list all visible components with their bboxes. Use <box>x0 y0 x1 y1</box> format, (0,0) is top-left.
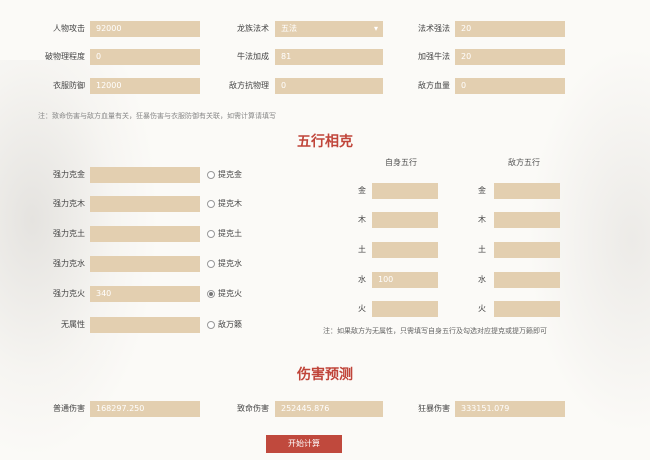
restrain-label: 强力克土 <box>53 229 85 238</box>
enemy-fire-input[interactable] <box>494 301 560 317</box>
self-element-label: 木 <box>358 215 366 224</box>
enemy-hp-input[interactable]: 0 <box>455 78 565 94</box>
radio-fire[interactable] <box>207 290 215 298</box>
radio-wood[interactable] <box>207 200 215 208</box>
param-label: 龙族法术 <box>237 24 269 33</box>
self-element-label: 金 <box>358 186 366 195</box>
param-label: 加强牛法 <box>418 52 450 61</box>
no-attribute-input[interactable] <box>90 317 200 333</box>
param-label: 敌方抗物理 <box>229 81 269 90</box>
enemy-element-label: 金 <box>478 186 486 195</box>
radio-label: 提克土 <box>218 229 242 238</box>
restrain-wood-input[interactable] <box>90 196 200 212</box>
radio-label: 提克金 <box>218 170 242 179</box>
param-label: 破物理程度 <box>45 52 85 61</box>
start-calc-button[interactable]: 开始计算 <box>266 435 342 453</box>
restrain-label: 强力克火 <box>53 289 85 298</box>
self-metal-input[interactable] <box>372 183 438 199</box>
enemy-physical-resist-input[interactable]: 0 <box>275 78 383 94</box>
radio-metal[interactable] <box>207 171 215 179</box>
param-label: 牛法加成 <box>237 52 269 61</box>
param-label: 衣服防御 <box>53 81 85 90</box>
predict-title: 伤害预测 <box>297 367 353 383</box>
radio-label: 提克火 <box>218 289 242 298</box>
self-element-label: 土 <box>358 245 366 254</box>
rage-damage-output: 333151.079 <box>455 401 565 417</box>
param-label: 人物攻击 <box>53 24 85 33</box>
enemy-element-label: 火 <box>478 304 486 313</box>
break-physical-input[interactable]: 0 <box>90 49 200 65</box>
self-water-input[interactable]: 100 <box>372 272 438 288</box>
restrain-label: 无属性 <box>61 320 85 329</box>
cow-spell-bonus-input[interactable]: 81 <box>275 49 383 65</box>
enemy-wuxing-heading: 敌方五行 <box>508 158 540 167</box>
radio-label: 敌万籁 <box>218 320 242 329</box>
result-label: 致命伤害 <box>237 404 269 413</box>
attack-input[interactable]: 92000 <box>90 21 200 37</box>
restrain-label: 强力克木 <box>53 199 85 208</box>
spell-strength-input[interactable]: 20 <box>455 21 565 37</box>
enemy-earth-input[interactable] <box>494 242 560 258</box>
param-label: 法术强法 <box>418 24 450 33</box>
enemy-wood-input[interactable] <box>494 212 560 228</box>
restrain-label: 强力克水 <box>53 259 85 268</box>
result-label: 普通伤害 <box>53 404 85 413</box>
wuxing-note: 注：如果敌方为无属性，只需填写自身五行及勾选对应提克或提万籁即可 <box>323 327 547 335</box>
self-wood-input[interactable] <box>372 212 438 228</box>
param-label: 敌方血量 <box>418 81 450 90</box>
enhance-cow-spell-input[interactable]: 20 <box>455 49 565 65</box>
self-element-label: 水 <box>358 275 366 284</box>
restrain-label: 强力克金 <box>53 170 85 179</box>
radio-earth[interactable] <box>207 230 215 238</box>
armor-defense-input[interactable]: 12000 <box>90 78 200 94</box>
restrain-metal-input[interactable] <box>90 167 200 183</box>
self-element-label: 火 <box>358 304 366 313</box>
top-note: 注：致命伤害与敌方血量有关，狂暴伤害与衣服防御有关联，如需计算请填写 <box>38 112 276 120</box>
enemy-element-label: 木 <box>478 215 486 224</box>
normal-damage-output: 168297.250 <box>90 401 200 417</box>
wuxing-title: 五行相克 <box>297 134 353 150</box>
radio-label: 提克水 <box>218 259 242 268</box>
radio-water[interactable] <box>207 260 215 268</box>
enemy-element-label: 土 <box>478 245 486 254</box>
restrain-earth-input[interactable] <box>90 226 200 242</box>
enemy-element-label: 水 <box>478 275 486 284</box>
critical-damage-output: 252445.876 <box>275 401 383 417</box>
radio-none[interactable] <box>207 321 215 329</box>
result-label: 狂暴伤害 <box>418 404 450 413</box>
self-earth-input[interactable] <box>372 242 438 258</box>
dragon-spell-select[interactable]: 五法 <box>275 21 383 37</box>
enemy-metal-input[interactable] <box>494 183 560 199</box>
self-wuxing-heading: 自身五行 <box>385 158 417 167</box>
restrain-fire-input[interactable]: 340 <box>90 286 200 302</box>
restrain-water-input[interactable] <box>90 256 200 272</box>
radio-label: 提克木 <box>218 199 242 208</box>
self-fire-input[interactable] <box>372 301 438 317</box>
enemy-water-input[interactable] <box>494 272 560 288</box>
